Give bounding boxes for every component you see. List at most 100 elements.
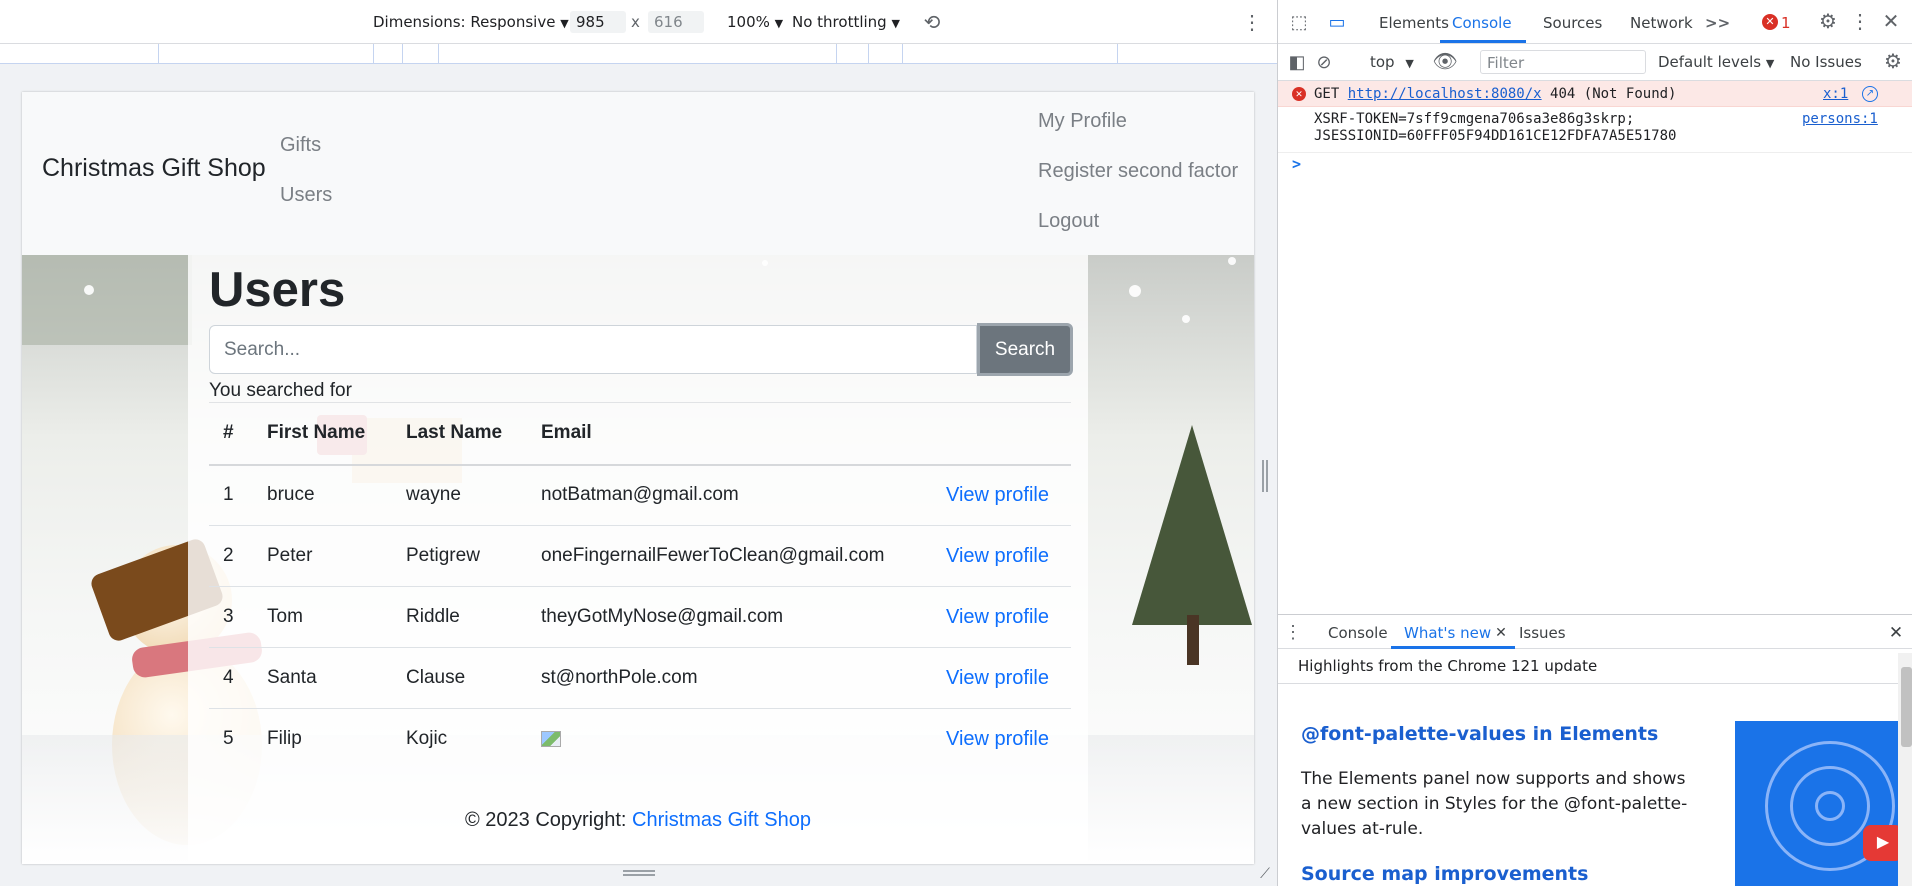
row-first-name: Filip bbox=[267, 728, 302, 750]
page-title: Users bbox=[209, 263, 346, 317]
log-line-2: JSESSIONID=60FFF05F94DD161CE12FDFA7A5E51… bbox=[1314, 128, 1677, 144]
tab-elements[interactable]: Elements bbox=[1379, 14, 1449, 32]
nav-link-register-second-factor[interactable]: Register second factor bbox=[1038, 160, 1238, 183]
tab-network[interactable]: Network bbox=[1630, 14, 1693, 32]
log-source-link[interactable]: persons:1 bbox=[1802, 111, 1878, 127]
error-icon[interactable]: ✕ bbox=[1762, 14, 1778, 30]
row-last-name: wayne bbox=[406, 464, 541, 526]
resize-handle-right[interactable] bbox=[1262, 460, 1268, 492]
row-last-name: Kojic bbox=[406, 728, 448, 750]
whats-new-body-1: The Elements panel now supports and show… bbox=[1301, 769, 1688, 839]
view-profile-link[interactable]: View profile bbox=[946, 667, 1049, 689]
network-request-icon[interactable]: ↗ bbox=[1862, 86, 1878, 102]
row-email-cell bbox=[541, 709, 941, 770]
broken-image-icon bbox=[541, 731, 561, 748]
video-thumbnail[interactable]: ▶ bbox=[1735, 721, 1899, 886]
resize-handle-bottom[interactable] bbox=[623, 870, 655, 876]
row-last-name: Petigrew bbox=[406, 525, 541, 587]
header-email: Email bbox=[541, 402, 941, 466]
zoom-dropdown[interactable]: 100% ▼ bbox=[727, 13, 783, 31]
divider bbox=[1278, 683, 1898, 684]
row-number: 4 bbox=[209, 647, 267, 709]
nav-link-users[interactable]: Users bbox=[280, 184, 332, 207]
whats-new-title-2[interactable]: Source map improvements bbox=[1301, 863, 1588, 885]
whats-new-title-1[interactable]: @font-palette-values in Elements bbox=[1301, 723, 1658, 745]
error-method: GET bbox=[1314, 86, 1340, 102]
rotate-icon[interactable]: ⟲ bbox=[920, 11, 944, 35]
error-url-link[interactable]: http://localhost:8080/x bbox=[1348, 86, 1542, 102]
brand-link[interactable]: Christmas Gift Shop bbox=[42, 154, 266, 183]
search-input[interactable]: Search... bbox=[209, 325, 977, 374]
more-options-icon[interactable]: ⋮ bbox=[1850, 11, 1870, 33]
active-tab-indicator bbox=[1440, 40, 1526, 43]
error-status: 404 (Not Found) bbox=[1550, 86, 1677, 102]
console-log-entry: XSRF-TOKEN=7sff9cmgena706sa3e86g3skrp; J… bbox=[1278, 107, 1912, 153]
view-profile-link[interactable]: View profile bbox=[946, 545, 1049, 567]
row-first-name: Peter bbox=[267, 525, 406, 587]
nav-link-my-profile[interactable]: My Profile bbox=[1038, 110, 1127, 133]
devtools-pane: ⬚ ▭ Elements Console Sources Network >> … bbox=[1277, 0, 1912, 886]
row-number: 1 bbox=[209, 464, 267, 526]
view-profile-link[interactable]: View profile bbox=[946, 728, 1049, 750]
close-drawer-icon[interactable]: ✕ bbox=[1887, 623, 1905, 641]
play-icon[interactable]: ▶ bbox=[1863, 825, 1899, 861]
row-first-name: bruce bbox=[267, 464, 406, 526]
dimensions-label: Dimensions: Responsive bbox=[373, 13, 556, 31]
height-input[interactable]: 616 bbox=[648, 11, 704, 33]
error-message: GET http://localhost:8080/x 404 (Not Fou… bbox=[1314, 86, 1676, 102]
footer-link[interactable]: Christmas Gift Shop bbox=[632, 809, 811, 831]
more-tabs-icon[interactable]: >> bbox=[1705, 14, 1730, 32]
log-levels-dropdown[interactable]: Default levels ▼ bbox=[1658, 53, 1774, 71]
eye-icon[interactable]: 👁 bbox=[1432, 52, 1457, 72]
throttling-dropdown[interactable]: No throttling ▼ bbox=[792, 13, 900, 31]
row-email: st@northPole.com bbox=[541, 647, 941, 709]
media-query-ruler[interactable] bbox=[0, 44, 1277, 64]
drawer-tab-issues[interactable]: Issues bbox=[1519, 624, 1566, 642]
inspect-element-icon[interactable]: ⬚ bbox=[1288, 11, 1310, 33]
view-profile-link[interactable]: View profile bbox=[946, 484, 1049, 506]
more-options-icon[interactable]: ⋮ bbox=[1242, 11, 1262, 35]
error-count[interactable]: 1 bbox=[1781, 14, 1791, 32]
filter-input[interactable]: Filter bbox=[1480, 50, 1646, 74]
pine-tree-image bbox=[1132, 425, 1252, 625]
tree-trunk-image bbox=[1187, 615, 1199, 665]
nav-link-gifts[interactable]: Gifts bbox=[280, 134, 321, 157]
settings-gear-icon[interactable]: ⚙ bbox=[1817, 11, 1839, 33]
device-toggle-icon[interactable]: ▭ bbox=[1326, 11, 1348, 33]
resize-corner-icon[interactable]: ⟋ bbox=[1256, 864, 1274, 882]
drawer-menu-icon[interactable]: ⋮ bbox=[1284, 623, 1302, 641]
table-row: 2 Peter Petigrew oneFingernailFewerToCle… bbox=[209, 525, 1071, 587]
close-devtools-icon[interactable]: ✕ bbox=[1881, 11, 1901, 33]
nav-link-logout[interactable]: Logout bbox=[1038, 210, 1099, 233]
console-error-entry: ✕ GET http://localhost:8080/x 404 (Not F… bbox=[1278, 81, 1912, 107]
row-number: 5 bbox=[223, 728, 234, 750]
caret-down-icon: ▼ bbox=[891, 17, 900, 30]
error-icon: ✕ bbox=[1292, 87, 1306, 101]
drawer-scrollbar-thumb[interactable] bbox=[1901, 667, 1912, 747]
whats-new-highlights: Highlights from the Chrome 121 update bbox=[1298, 657, 1598, 675]
console-settings-icon[interactable]: ⚙ bbox=[1883, 52, 1903, 72]
console-toolbar: ◧ ⊘ top ▼ 👁 Filter Default levels ▼ No I… bbox=[1278, 44, 1912, 81]
context-selector[interactable]: top ▼ bbox=[1370, 53, 1414, 71]
close-tab-icon[interactable]: ✕ bbox=[1493, 624, 1509, 640]
row-number: 2 bbox=[209, 525, 267, 587]
drawer-tab-console[interactable]: Console bbox=[1328, 624, 1388, 642]
clear-console-icon[interactable]: ⊘ bbox=[1314, 52, 1334, 72]
header-last-name: Last Name bbox=[406, 402, 541, 466]
log-line-1: XSRF-TOKEN=7sff9cmgena706sa3e86g3skrp; bbox=[1314, 111, 1635, 127]
context-label: top bbox=[1370, 53, 1395, 71]
sidebar-toggle-icon[interactable]: ◧ bbox=[1287, 52, 1307, 72]
tab-console[interactable]: Console bbox=[1452, 14, 1512, 32]
tab-sources[interactable]: Sources bbox=[1543, 14, 1602, 32]
width-input[interactable]: 985 bbox=[570, 11, 626, 33]
view-profile-link[interactable]: View profile bbox=[946, 606, 1049, 628]
row-first-name: Tom bbox=[267, 586, 406, 648]
issues-link[interactable]: No Issues bbox=[1790, 53, 1862, 71]
search-button[interactable]: Search bbox=[977, 323, 1073, 376]
drawer-active-indicator bbox=[1391, 646, 1515, 649]
error-source-link[interactable]: x:1 bbox=[1823, 86, 1848, 102]
drawer-tab-whats-new[interactable]: What's new bbox=[1404, 624, 1491, 642]
dimensions-dropdown[interactable]: Dimensions: Responsive ▼ bbox=[373, 13, 569, 31]
console-prompt-icon[interactable]: > bbox=[1292, 155, 1301, 173]
row-first-name: Santa bbox=[267, 647, 406, 709]
